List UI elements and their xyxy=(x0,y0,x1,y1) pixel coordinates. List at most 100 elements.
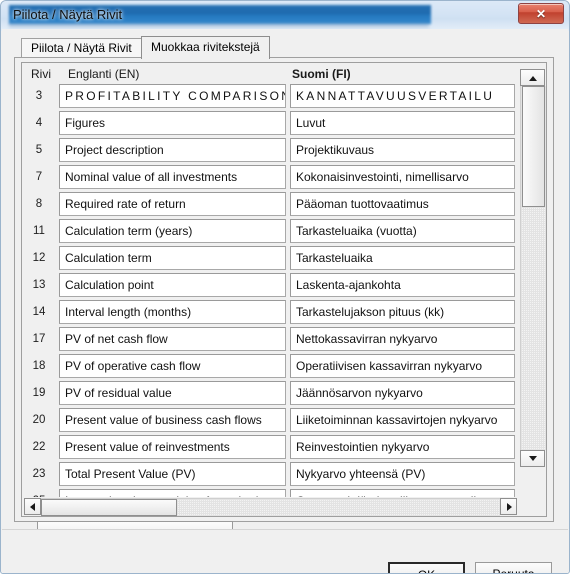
table-row: 13 Calculation point Laskenta-ajankohta xyxy=(22,272,519,299)
scroll-up-arrow-icon[interactable] xyxy=(520,69,545,86)
row-text-english-value: Interest-bearing net debt of acquired co… xyxy=(65,490,285,497)
tab-piilota-nayta-rivit[interactable]: Piilota / Näytä Rivit xyxy=(21,38,142,58)
row-number: 23 xyxy=(32,468,46,480)
row-text-english-value: Calculation term xyxy=(65,251,152,265)
row-text-finnish-value: Reinvestointien nykyarvo xyxy=(296,440,430,454)
grid-header-row: Rivi Englanti (EN) Suomi (FI) xyxy=(22,63,546,83)
row-text-english-value: Calculation point xyxy=(65,278,154,292)
row-text-english-value: PROFITABILITY COMPARISON xyxy=(65,89,286,103)
row-text-english-value: PV of residual value xyxy=(65,386,172,400)
row-text-english-input[interactable]: Calculation point xyxy=(59,273,286,297)
row-number: 3 xyxy=(35,90,43,102)
dialog-client-area: Piilota / Näytä Rivit Muokkaa rivitekste… xyxy=(2,29,568,573)
vertical-scrollbar[interactable] xyxy=(520,64,546,496)
row-text-finnish-input[interactable]: Laskenta-ajankohta xyxy=(290,273,515,297)
table-row: 14 Interval length (months) Tarkastelujaks… xyxy=(22,299,519,326)
row-text-finnish-value: Tarkastelujakson pituus (kk) xyxy=(296,305,445,319)
horizontal-scroll-thumb[interactable] xyxy=(41,499,177,516)
row-text-finnish-input[interactable]: Kokonaisinvestointi, nimellisarvo xyxy=(290,165,515,189)
row-number: 18 xyxy=(32,360,46,372)
vertical-scroll-thumb[interactable] xyxy=(522,86,545,207)
row-number: 7 xyxy=(35,171,43,183)
close-button[interactable]: ✕ xyxy=(518,3,564,24)
ok-label: OK xyxy=(390,564,463,573)
row-text-finnish-input[interactable]: Reinvestointien nykyarvo xyxy=(290,435,515,459)
row-text-english-input[interactable]: PROFITABILITY COMPARISON xyxy=(59,84,286,108)
row-text-grid: Rivi Englanti (EN) Suomi (FI) 3 PROFITABI… xyxy=(21,62,547,517)
row-text-finnish-input[interactable]: Pääoman tuottovaatimus xyxy=(290,192,515,216)
row-number: 20 xyxy=(32,414,46,426)
row-text-finnish-value: Kokonaisinvestointi, nimellisarvo xyxy=(296,170,469,184)
dialog-window: Piilota / Näytä Rivit ✕ Piilota / Näytä … xyxy=(0,0,570,574)
row-text-english-value: Figures xyxy=(65,116,106,130)
row-text-english-input[interactable]: Required rate of return xyxy=(59,192,286,216)
row-text-english-input[interactable]: PV of net cash flow xyxy=(59,327,286,351)
table-row: 3 PROFITABILITY COMPARISON KANNATTAVUUSVER… xyxy=(22,83,519,110)
row-text-english-value: PV of net cash flow xyxy=(65,332,168,346)
horizontal-scroll-track[interactable] xyxy=(41,498,500,516)
row-text-finnish-input[interactable]: Tarkasteluaika xyxy=(290,246,515,270)
row-text-english-input[interactable]: Calculation term (years) xyxy=(59,219,286,243)
row-text-english-value: Calculation term (years) xyxy=(65,224,193,238)
scroll-down-arrow-icon[interactable] xyxy=(520,450,545,467)
row-text-english-input[interactable]: PV of residual value xyxy=(59,381,286,405)
ok-button[interactable]: OK xyxy=(388,562,465,573)
row-text-finnish-input[interactable]: Ostetun yhtiön korollinen nettovelka xyxy=(290,489,515,497)
tab-label: Muokkaa rivitekstejä xyxy=(151,40,260,54)
row-text-english-input[interactable]: Total Present Value (PV) xyxy=(59,462,286,486)
row-text-english-input[interactable]: Project description xyxy=(59,138,286,162)
row-number: 14 xyxy=(32,306,46,318)
table-row: 5 Project description Projektikuvaus xyxy=(22,137,519,164)
row-text-english-input[interactable]: Present value of business cash flows xyxy=(59,408,286,432)
column-header-englanti: Englanti (EN) xyxy=(68,67,140,81)
row-text-english-value: Project description xyxy=(65,143,164,157)
row-text-finnish-value: KANNATTAVUUSVERTAILU xyxy=(296,89,495,103)
column-header-rivi: Rivi xyxy=(31,67,51,81)
table-row: 7 Nominal value of all investments Kokonai… xyxy=(22,164,519,191)
row-text-finnish-input[interactable]: KANNATTAVUUSVERTAILU xyxy=(290,84,515,108)
row-text-english-input[interactable]: Nominal value of all investments xyxy=(59,165,286,189)
row-text-finnish-input[interactable]: Luvut xyxy=(290,111,515,135)
scroll-left-arrow-icon[interactable] xyxy=(24,498,41,515)
row-number: 19 xyxy=(32,387,46,399)
row-number: 17 xyxy=(32,333,46,345)
tab-muokkaa-rivitekstaja[interactable]: Muokkaa rivitekstejä xyxy=(141,36,270,59)
row-text-english-input[interactable]: PV of operative cash flow xyxy=(59,354,286,378)
table-row: 23 Total Present Value (PV) Nykyarvo yhtee… xyxy=(22,461,519,488)
row-text-finnish-value: Projektikuvaus xyxy=(296,143,375,157)
table-row: 17 PV of net cash flow Nettokassavirran ny… xyxy=(22,326,519,353)
row-text-english-input[interactable]: Calculation term xyxy=(59,246,286,270)
row-number: 5 xyxy=(35,144,43,156)
row-text-finnish-input[interactable]: Operatiivisen kassavirran nykyarvo xyxy=(290,354,515,378)
horizontal-scrollbar[interactable] xyxy=(23,497,520,516)
row-text-finnish-input[interactable]: Liiketoiminnan kassavirtojen nykyarvo xyxy=(290,408,515,432)
row-text-finnish-value: Pääoman tuottovaatimus xyxy=(296,197,429,211)
row-text-finnish-input[interactable]: Jäännösarvon nykyarvo xyxy=(290,381,515,405)
row-text-finnish-value: Tarkasteluaika xyxy=(296,251,373,265)
row-text-finnish-value: Laskenta-ajankohta xyxy=(296,278,401,292)
row-text-finnish-input[interactable]: Tarkasteluaika (vuotta) xyxy=(290,219,515,243)
row-text-finnish-input[interactable]: Projektikuvaus xyxy=(290,138,515,162)
vertical-scroll-track[interactable] xyxy=(520,86,546,450)
row-text-finnish-input[interactable]: Nykyarvo yhteensä (PV) xyxy=(290,462,515,486)
table-row: 11 Calculation term (years) Tarkasteluaika… xyxy=(22,218,519,245)
row-text-english-input[interactable]: Interval length (months) xyxy=(59,300,286,324)
table-row: 8 Required rate of return Pääoman tuottova… xyxy=(22,191,519,218)
cancel-button[interactable]: Peruuta xyxy=(475,562,552,573)
row-text-finnish-input[interactable]: Nettokassavirran nykyarvo xyxy=(290,327,515,351)
tab-label: Piilota / Näytä Rivit xyxy=(31,41,132,55)
row-number: 4 xyxy=(35,117,43,129)
scroll-right-arrow-icon[interactable] xyxy=(500,498,517,515)
row-text-finnish-value: Jäännösarvon nykyarvo xyxy=(296,386,423,400)
row-text-finnish-input[interactable]: Tarkastelujakson pituus (kk) xyxy=(290,300,515,324)
row-text-english-value: Nominal value of all investments xyxy=(65,170,238,184)
row-text-english-input[interactable]: Figures xyxy=(59,111,286,135)
row-text-finnish-value: Luvut xyxy=(296,116,326,130)
row-text-finnish-value: Liiketoiminnan kassavirtojen nykyarvo xyxy=(296,413,498,427)
row-number: 13 xyxy=(32,279,46,291)
row-text-english-input[interactable]: Interest-bearing net debt of acquired co… xyxy=(59,489,286,497)
row-text-english-input[interactable]: Present value of reinvestments xyxy=(59,435,286,459)
row-number: 25 xyxy=(22,488,56,497)
row-text-english-value: PV of operative cash flow xyxy=(65,359,201,373)
row-number: 8 xyxy=(35,198,43,210)
